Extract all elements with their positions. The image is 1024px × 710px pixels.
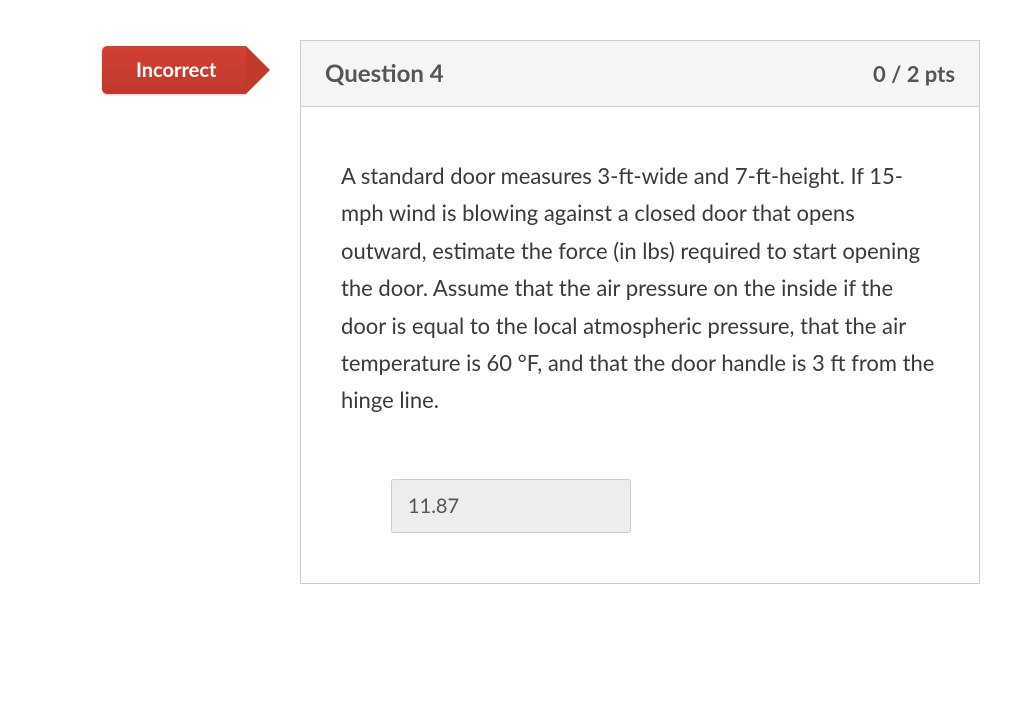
- question-points: 0 / 2 pts: [873, 60, 955, 87]
- status-badge: Incorrect: [102, 46, 246, 94]
- submitted-answer: 11.87: [391, 479, 631, 533]
- question-body: A standard door measures 3-ft-wide and 7…: [301, 107, 979, 583]
- question-header: Question 4 0 / 2 pts: [301, 41, 979, 107]
- question-card: Question 4 0 / 2 pts A standard door mea…: [300, 40, 980, 584]
- status-label: Incorrect: [136, 58, 216, 82]
- question-text: A standard door measures 3-ft-wide and 7…: [341, 157, 939, 419]
- question-title: Question 4: [325, 59, 444, 88]
